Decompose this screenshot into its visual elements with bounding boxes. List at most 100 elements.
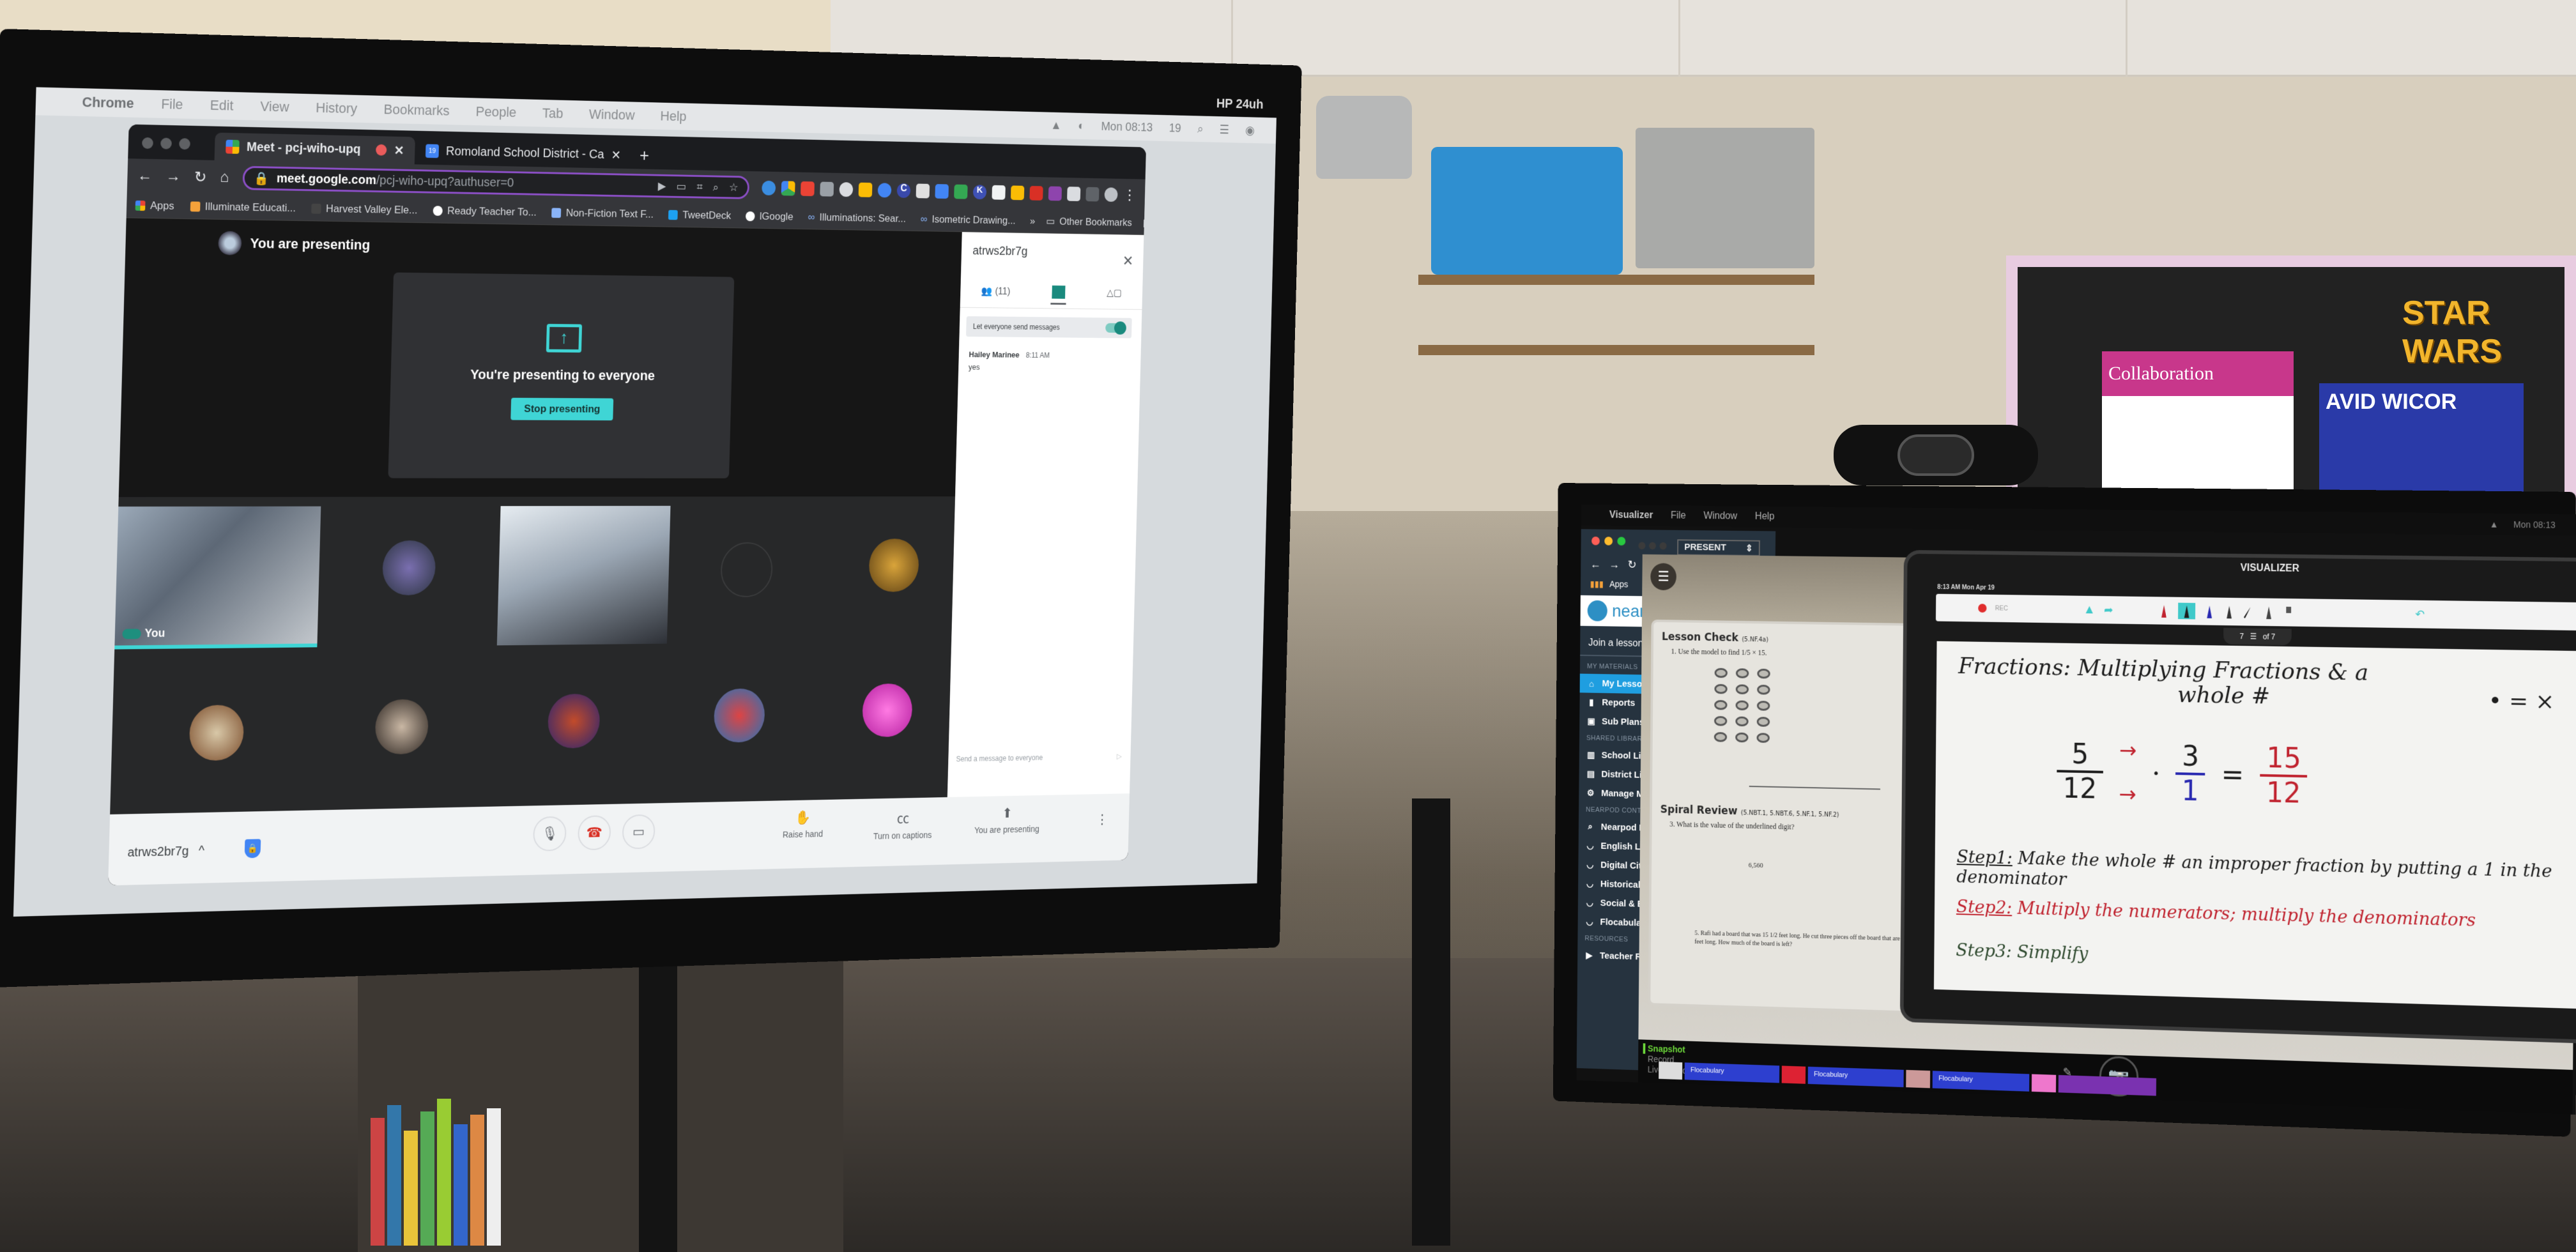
highlighter-tool[interactable]	[2263, 604, 2274, 620]
extension-icon[interactable]	[762, 180, 776, 195]
send-messages-toggle[interactable]	[1105, 323, 1126, 333]
participant-avatar-heart[interactable]	[861, 683, 913, 738]
menu-view[interactable]: View	[260, 98, 289, 116]
extension-icon[interactable]	[1048, 186, 1062, 201]
extension-icon[interactable]	[916, 183, 930, 199]
visualizer-menu-button[interactable]: ☰	[1650, 563, 1677, 591]
camera-in-use-icon[interactable]: ▶	[658, 179, 666, 192]
clock[interactable]: Mon 08:13	[2513, 519, 2556, 530]
tab-chat[interactable]	[1052, 285, 1066, 299]
drive-icon[interactable]: ▲	[1050, 119, 1062, 133]
drive-icon[interactable]: ▲	[2490, 519, 2499, 530]
extension-k-icon[interactable]: K	[972, 185, 987, 200]
bookmark-star-icon[interactable]: ☆	[729, 181, 739, 194]
flocabulary-item[interactable]: Flocabulary	[1807, 1066, 1904, 1088]
extension-c-icon[interactable]: C	[896, 183, 911, 198]
self-video-tile[interactable]: You	[114, 506, 321, 650]
profile-avatar[interactable]	[1104, 187, 1118, 202]
menu-help[interactable]: Help	[1755, 511, 1775, 523]
reload-icon[interactable]: ↻	[194, 168, 207, 187]
extension-icon[interactable]	[800, 181, 815, 197]
stop-presenting-button[interactable]: Stop presenting	[510, 397, 613, 421]
menu-app-name[interactable]: Chrome	[82, 94, 134, 112]
qr-code-icon[interactable]: ⌗	[696, 180, 703, 193]
search-icon[interactable]: ⌕	[1197, 122, 1204, 136]
meeting-details-button[interactable]: atrws2br7g ^	[127, 844, 204, 860]
microphone-button[interactable]: 🎙	[532, 816, 567, 851]
host-controls-shield-icon[interactable]: 🔒	[244, 839, 261, 859]
menu-edit[interactable]: Edit	[210, 97, 234, 114]
reload-icon[interactable]: ↻	[1628, 558, 1637, 571]
red-pen-tool[interactable]	[2158, 602, 2170, 619]
menu-file[interactable]: File	[161, 96, 183, 113]
calendar-icon[interactable]: 19	[1169, 121, 1181, 135]
extension-icon[interactable]	[820, 181, 834, 197]
more-options-button[interactable]: ⋮	[1096, 812, 1108, 831]
tab-meet[interactable]: Meet - pcj-wiho-upq ✕	[214, 132, 415, 165]
close-window-button[interactable]	[142, 137, 153, 149]
line-tool[interactable]	[2243, 604, 2255, 620]
close-window-button[interactable]	[1591, 536, 1600, 546]
bookmark-isometric[interactable]: ∞ Isometric Drawing...	[921, 213, 1016, 226]
menu-people[interactable]: People	[475, 103, 516, 121]
bookmark-illuminate[interactable]: Illuminate Educati...	[190, 200, 296, 215]
bookmark-apps[interactable]: Apps	[1609, 579, 1628, 590]
minimize-window-button[interactable]	[1604, 537, 1613, 546]
bookmark-illuminations[interactable]: ∞ Illuminations: Sear...	[808, 211, 906, 225]
back-icon[interactable]: ←	[1590, 558, 1601, 570]
more-menu-icon[interactable]: ⋮	[1123, 187, 1137, 204]
cast-icon[interactable]	[1085, 187, 1100, 202]
more-bookmarks-button[interactable]: »	[1030, 215, 1036, 227]
menu-help[interactable]: Help	[660, 108, 687, 125]
dock-item[interactable]	[2058, 1074, 2157, 1096]
zoom-icon[interactable]: ⌕	[713, 181, 719, 194]
bookmark-tweetdeck[interactable]: TweetDeck	[668, 208, 731, 222]
blue-pen-tool[interactable]	[2204, 603, 2216, 620]
share-icon[interactable]: ➦	[2104, 603, 2113, 616]
back-icon[interactable]: ←	[137, 167, 153, 185]
menu-file[interactable]: File	[1671, 510, 1686, 522]
menu-app-name[interactable]: Visualizer	[1609, 510, 1653, 521]
google-drive-icon[interactable]	[781, 181, 795, 196]
tab-people[interactable]: 👥 (11)	[981, 285, 1010, 297]
other-bookmarks[interactable]: ▭ Other Bookmarks	[1046, 215, 1132, 229]
tab-romoland[interactable]: 19 Romoland School District - Ca ✕	[415, 137, 632, 169]
puzzle-piece-icon[interactable]	[1067, 187, 1081, 201]
menu-tab[interactable]: Tab	[542, 105, 564, 122]
menu-window[interactable]: Window	[589, 107, 635, 124]
present-now-button[interactable]: ⬆ You are presenting	[974, 805, 1040, 835]
cast-icon[interactable]: ▭	[676, 179, 687, 192]
participant-avatar[interactable]	[547, 693, 601, 749]
home-icon[interactable]: ⌂	[220, 169, 229, 187]
bookmark-ready-teacher[interactable]: Ready Teacher To...	[433, 204, 537, 218]
bookmark-apps[interactable]: Apps	[135, 199, 174, 212]
close-tab-icon[interactable]: ✕	[394, 142, 404, 158]
siri-icon[interactable]: ◉	[1245, 123, 1255, 137]
black-pen-tool[interactable]	[2178, 602, 2196, 620]
minimize-window-button[interactable]	[160, 137, 172, 149]
bookmark-harvest-valley[interactable]: Harvest Valley Ele...	[311, 202, 418, 216]
extension-icon[interactable]	[877, 183, 892, 198]
record-button[interactable]	[1978, 604, 1987, 613]
raise-hand-button[interactable]: ✋ Raise hand	[783, 809, 824, 840]
night-shift-icon[interactable]: ◐	[1078, 119, 1085, 134]
captions-button[interactable]: ㏄ Turn on captions	[873, 807, 933, 841]
control-center-icon[interactable]: ☰	[1220, 122, 1230, 137]
page-indicator[interactable]: 7 ☰ of 7	[2223, 627, 2292, 646]
address-bar[interactable]: 🔒 meet.google.com/pcj-wiho-upq?authuser=…	[242, 165, 750, 199]
flocabulary-item[interactable]: Flocabulary	[1932, 1071, 2030, 1092]
google-docs-icon[interactable]	[935, 184, 949, 199]
new-tab-button[interactable]: +	[631, 146, 657, 169]
tab-activities[interactable]: △▢	[1107, 287, 1122, 299]
bookmark-google[interactable]: lGoogle	[746, 210, 793, 222]
eraser-tool[interactable]	[2283, 604, 2294, 621]
dark-pen-tool[interactable]	[2223, 604, 2235, 620]
menu-bookmarks[interactable]: Bookmarks	[383, 102, 450, 119]
send-icon[interactable]: ▷	[1117, 752, 1122, 760]
undo-icon[interactable]: ↶	[2415, 607, 2425, 621]
menu-history[interactable]: History	[316, 100, 357, 117]
bookmark-nonfiction[interactable]: Non-Fiction Text F...	[551, 206, 654, 220]
participant-avatar[interactable]	[868, 538, 919, 592]
thumbs-up-icon[interactable]	[1010, 185, 1025, 201]
chat-input[interactable]: Send a message to everyone ▷	[956, 752, 1122, 763]
